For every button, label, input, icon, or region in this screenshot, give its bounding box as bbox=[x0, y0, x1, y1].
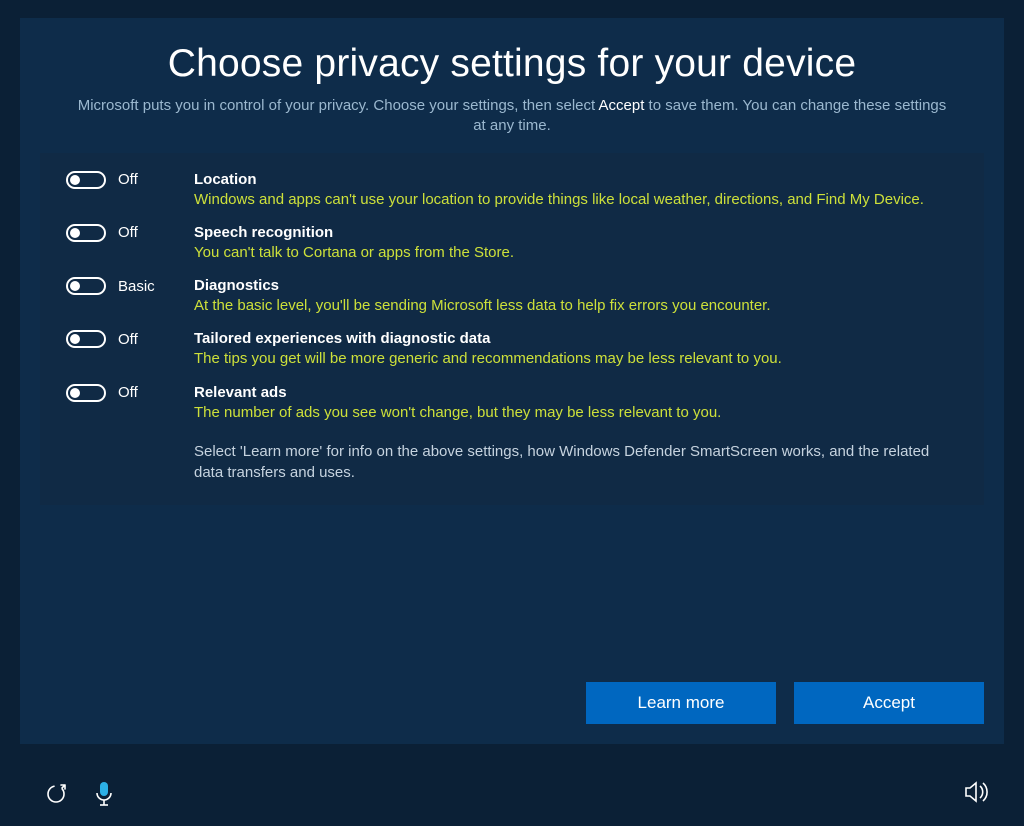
setting-diagnostics: Basic Diagnostics At the basic level, yo… bbox=[66, 277, 958, 316]
setting-speech: Off Speech recognition You can't talk to… bbox=[66, 224, 958, 263]
setting-title-ads: Relevant ads bbox=[194, 384, 958, 401]
toggle-tailored[interactable] bbox=[66, 330, 106, 348]
toggle-label-ads: Off bbox=[118, 384, 138, 401]
setting-ads: Off Relevant ads The number of ads you s… bbox=[66, 384, 958, 423]
volume-icon[interactable] bbox=[964, 781, 990, 803]
microphone-icon[interactable] bbox=[94, 781, 114, 807]
settings-list: Off Location Windows and apps can't use … bbox=[40, 153, 984, 505]
toggle-label-speech: Off bbox=[118, 224, 138, 241]
setting-title-speech: Speech recognition bbox=[194, 224, 958, 241]
toggle-label-tailored: Off bbox=[118, 331, 138, 348]
page-title: Choose privacy settings for your device bbox=[40, 42, 984, 86]
subtitle-strong: Accept bbox=[599, 97, 645, 114]
setting-desc-diagnostics: At the basic level, you'll be sending Mi… bbox=[194, 296, 958, 316]
main-panel: Choose privacy settings for your device … bbox=[20, 18, 1004, 744]
footer-note: Select 'Learn more' for info on the abov… bbox=[194, 441, 958, 483]
setting-desc-speech: You can't talk to Cortana or apps from t… bbox=[194, 243, 958, 263]
ease-of-access-icon[interactable] bbox=[44, 782, 68, 806]
setting-desc-tailored: The tips you get will be more generic an… bbox=[194, 349, 958, 369]
toggle-ads[interactable] bbox=[66, 384, 106, 402]
toggle-speech[interactable] bbox=[66, 224, 106, 242]
setting-tailored: Off Tailored experiences with diagnostic… bbox=[66, 330, 958, 369]
subtitle-pre: Microsoft puts you in control of your pr… bbox=[78, 97, 599, 114]
accept-button[interactable]: Accept bbox=[794, 682, 984, 724]
setting-desc-ads: The number of ads you see won't change, … bbox=[194, 403, 958, 423]
setting-title-diagnostics: Diagnostics bbox=[194, 277, 958, 294]
page-subtitle: Microsoft puts you in control of your pr… bbox=[72, 96, 952, 137]
toggle-diagnostics[interactable] bbox=[66, 277, 106, 295]
setting-title-location: Location bbox=[194, 171, 958, 188]
learn-more-button[interactable]: Learn more bbox=[586, 682, 776, 724]
toggle-label-diagnostics: Basic bbox=[118, 278, 155, 295]
taskbar bbox=[0, 762, 1024, 826]
setting-title-tailored: Tailored experiences with diagnostic dat… bbox=[194, 330, 958, 347]
toggle-label-location: Off bbox=[118, 171, 138, 188]
setting-desc-location: Windows and apps can't use your location… bbox=[194, 190, 958, 210]
toggle-location[interactable] bbox=[66, 171, 106, 189]
setting-location: Off Location Windows and apps can't use … bbox=[66, 171, 958, 210]
